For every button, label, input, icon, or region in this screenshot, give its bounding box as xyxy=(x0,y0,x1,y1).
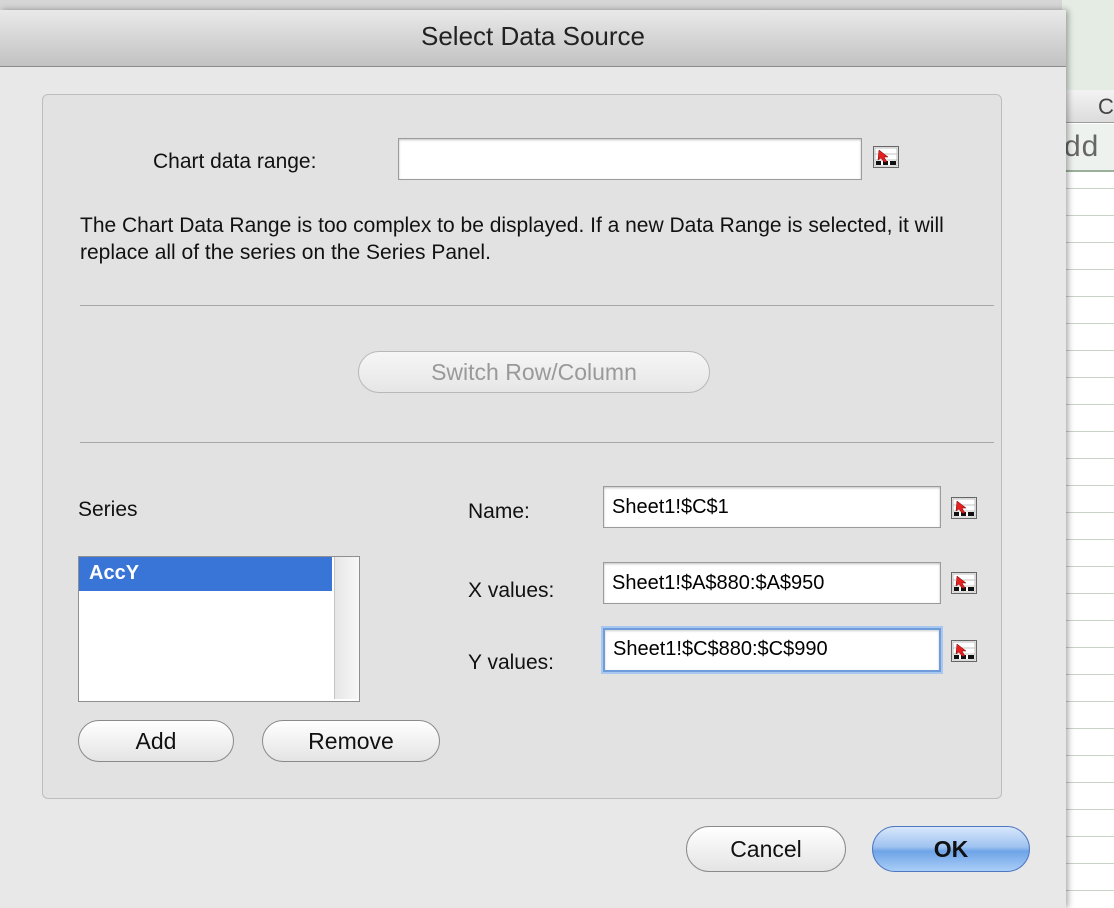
dialog-title: Select Data Source xyxy=(420,21,645,51)
select-data-source-dialog: Select Data Source Chart data range: The… xyxy=(0,10,1066,908)
range-picker-icon[interactable] xyxy=(951,497,977,519)
sheet-toolbar xyxy=(1062,0,1114,91)
series-label: Series xyxy=(78,498,138,521)
ok-button[interactable]: OK xyxy=(872,826,1030,872)
range-picker-icon[interactable] xyxy=(873,146,899,168)
dialog-titlebar[interactable]: Select Data Source xyxy=(0,10,1066,67)
remove-button[interactable]: Remove xyxy=(262,720,440,762)
cancel-button[interactable]: Cancel xyxy=(686,826,846,872)
x-values-field[interactable]: Sheet1!$A$880:$A$950 xyxy=(603,562,941,604)
switch-row-column-button[interactable]: Switch Row/Column xyxy=(358,351,710,393)
chart-data-range-label: Chart data range: xyxy=(153,150,317,173)
range-picker-icon[interactable] xyxy=(951,640,977,662)
name-label: Name: xyxy=(468,500,530,523)
chart-data-range-field[interactable] xyxy=(398,138,862,180)
column-header-c[interactable]: C xyxy=(1062,90,1114,123)
chart-range-info-text: The Chart Data Range is too complex to b… xyxy=(80,214,944,264)
name-field[interactable]: Sheet1!$C$1 xyxy=(603,486,941,528)
sheet-cell-text: dd xyxy=(1064,130,1100,163)
range-picker-icon[interactable] xyxy=(951,572,977,594)
separator-top xyxy=(80,305,994,306)
series-list[interactable]: AccY xyxy=(78,556,360,702)
background-spreadsheet: C dd xyxy=(1062,0,1114,908)
separator-bottom xyxy=(80,442,994,443)
y-values-label: Y values: xyxy=(468,651,554,674)
x-values-label: X values: xyxy=(468,579,555,602)
series-list-item[interactable]: AccY xyxy=(79,557,332,591)
y-values-field[interactable]: Sheet1!$C$880:$C$990 xyxy=(603,628,941,672)
sheet-cell[interactable]: dd xyxy=(1062,124,1114,172)
series-list-scrollbar[interactable] xyxy=(334,557,359,699)
column-header-label: C xyxy=(1098,94,1114,119)
add-button[interactable]: Add xyxy=(78,720,234,762)
